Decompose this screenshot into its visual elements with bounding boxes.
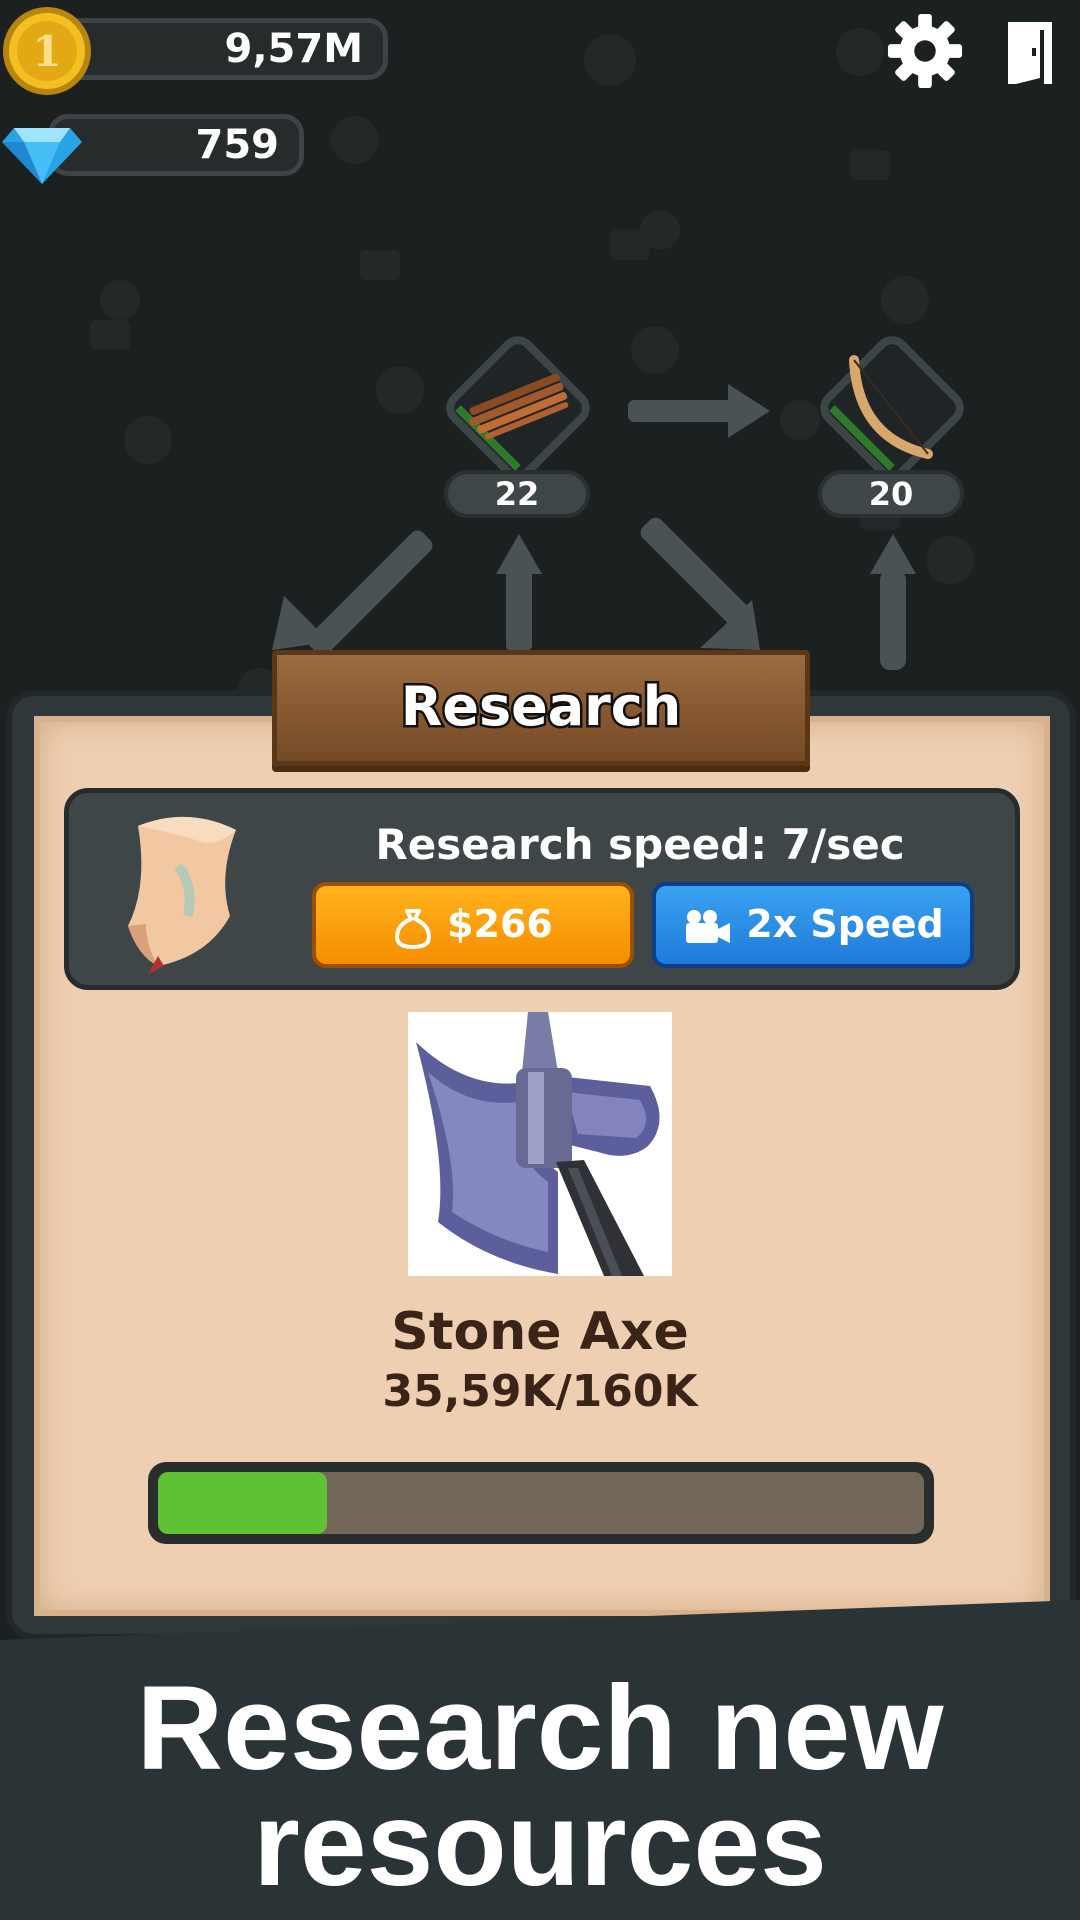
buy-speed-button[interactable]: $266: [312, 882, 634, 968]
promo-slogan: Research new resources: [0, 1661, 1080, 1911]
research-progress-bar: [148, 1462, 934, 1544]
wood-sticks-count: 22: [444, 470, 590, 518]
scroll-icon: [128, 816, 236, 974]
promo-slogan-line1: Research new: [136, 1661, 944, 1795]
buy-speed-price: $266: [447, 902, 553, 946]
research-progress-track: [158, 1472, 924, 1534]
research-title-sign: Research: [272, 650, 810, 766]
research-speed-text: Research speed: 7/sec: [375, 820, 905, 869]
promo-slogan-line2: resources: [253, 1777, 827, 1911]
research-item-name: Stone Axe: [391, 1302, 689, 1362]
gear-icon[interactable]: [886, 12, 964, 90]
bow-count: 20: [818, 470, 964, 518]
double-speed-video-button[interactable]: 2x Speed: [652, 882, 974, 968]
gem-balance: 759: [195, 122, 280, 168]
gold-coin-icon: 1: [3, 7, 91, 95]
money-bag-icon: [395, 908, 432, 949]
research-progress-fill: [158, 1472, 327, 1534]
diamond-icon: [2, 128, 82, 184]
door-icon[interactable]: [1000, 18, 1060, 88]
research-title: Research: [398, 673, 684, 741]
gem-balance-bar: 759: [48, 114, 304, 176]
research-item-progress: 35,59K/160K: [382, 1366, 698, 1417]
coin-balance: 9,57M: [224, 26, 364, 72]
stone-axe-image: [408, 1012, 672, 1276]
double-speed-label: 2x Speed: [746, 902, 944, 946]
video-camera-icon: [686, 909, 731, 943]
svg-text:1: 1: [32, 27, 61, 76]
coin-balance-bar: 9,57M: [58, 18, 388, 80]
